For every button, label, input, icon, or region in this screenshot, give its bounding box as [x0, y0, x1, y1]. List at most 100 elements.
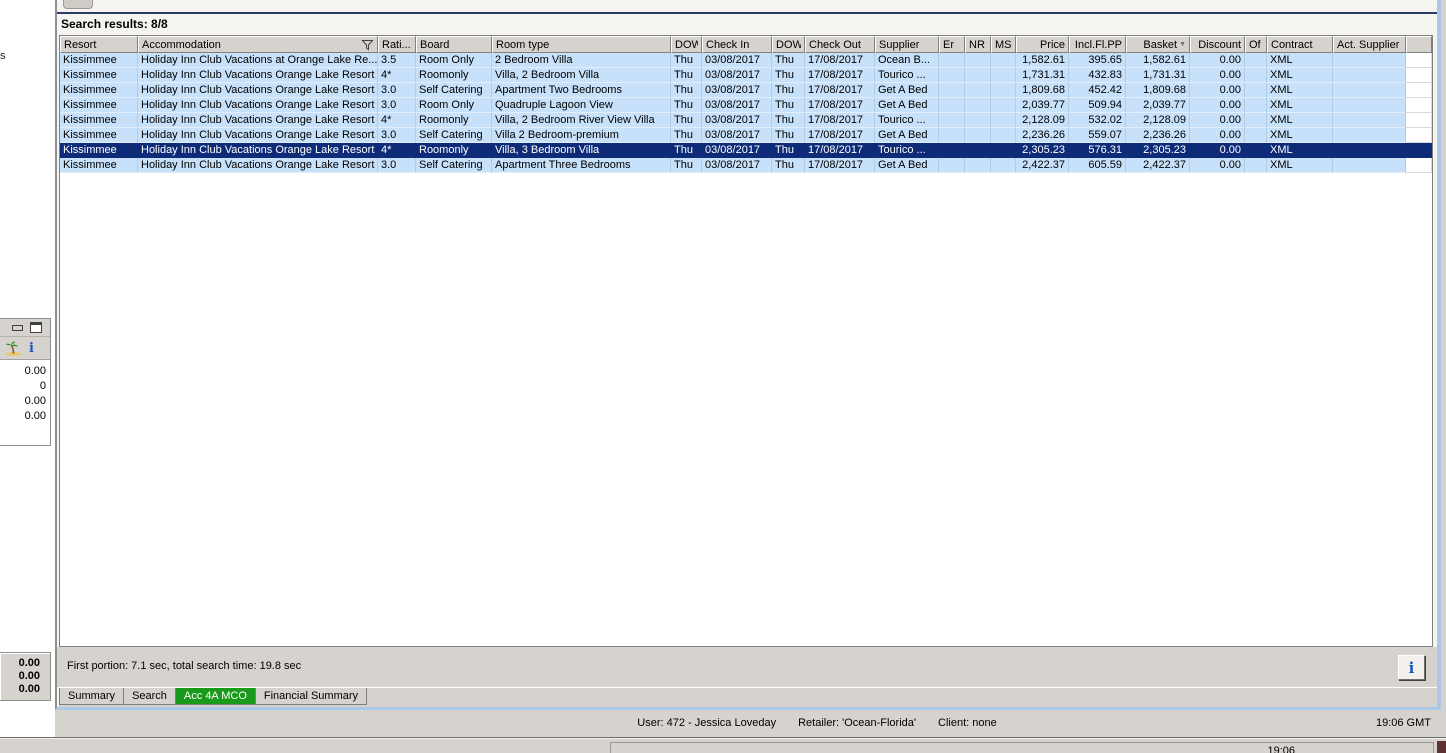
tab-summary[interactable]: Summary	[59, 688, 125, 705]
column-header-of[interactable]: Of	[1245, 36, 1267, 53]
cell-ms	[991, 53, 1016, 68]
cell-contract: XML	[1267, 68, 1333, 83]
cell-spare	[1406, 68, 1432, 83]
bottom-left-values: 0.00 0.00 0.00	[0, 657, 40, 696]
cell-ms	[991, 143, 1016, 158]
table-row[interactable]: Kissimmee Holiday Inn Club Vacations Oran…	[60, 83, 1432, 98]
panel-value: 0.00	[24, 410, 46, 422]
tab-financial-summary[interactable]: Financial Summary	[254, 688, 368, 705]
cell-spare	[1406, 98, 1432, 113]
cell-nr	[965, 158, 991, 173]
cell-rating: 3.0	[378, 83, 416, 98]
cell-discount: 0.00	[1190, 98, 1245, 113]
cell-ms	[991, 68, 1016, 83]
cell-rating: 3.0	[378, 158, 416, 173]
filter-icon[interactable]	[361, 39, 374, 51]
column-header-incl-fl-pp[interactable]: Incl.Fl.PP	[1069, 36, 1126, 53]
column-header-dow-out[interactable]: DOW	[772, 36, 805, 53]
column-header-check-out[interactable]: Check Out	[805, 36, 875, 53]
cell-spare	[1406, 143, 1432, 158]
restore-button[interactable]	[30, 322, 42, 333]
cell-dow-in: Thu	[671, 158, 702, 173]
cell-rating: 4*	[378, 68, 416, 83]
cell-contract: XML	[1267, 53, 1333, 68]
tab-acc-4a-mco[interactable]: Acc 4A MCO	[174, 688, 256, 705]
table-row[interactable]: Kissimmee Holiday Inn Club Vacations Oran…	[60, 128, 1432, 143]
column-header-dow-in[interactable]: DOW	[671, 36, 702, 53]
column-header-resort[interactable]: Resort	[60, 36, 138, 53]
cell-resort: Kissimmee	[60, 98, 138, 113]
column-header-basket[interactable]: Basket ▼	[1126, 36, 1190, 53]
palm-tree-icon[interactable]	[5, 341, 22, 356]
collapse-button[interactable]	[12, 325, 23, 331]
column-header-act-supplier[interactable]: Act. Supplier	[1333, 36, 1406, 53]
cell-basket: 2,128.09	[1126, 113, 1190, 128]
cell-act-supplier	[1333, 143, 1406, 158]
cell-room-type: Villa, 2 Bedroom Villa	[492, 68, 671, 83]
cell-accommodation: Holiday Inn Club Vacations Orange Lake R…	[138, 158, 378, 173]
column-header-nr[interactable]: NR	[965, 36, 991, 53]
panel-value: 0.00	[24, 365, 46, 377]
column-header-contract[interactable]: Contract	[1267, 36, 1333, 53]
cell-check-out: 17/08/2017	[805, 143, 875, 158]
cell-act-supplier	[1333, 98, 1406, 113]
clipped-time-fragment: 19:06	[1267, 745, 1295, 753]
column-header-spare[interactable]	[1406, 36, 1432, 53]
column-label: MS	[995, 38, 1012, 51]
left-gutter: s i 0.00 0 0.00 0.00 0.00 0.00 0.00	[0, 0, 55, 737]
info-button[interactable]: i	[1398, 655, 1425, 680]
column-header-price[interactable]: Price	[1016, 36, 1069, 53]
statusbar-client: Client: none	[938, 717, 997, 729]
cell-nr	[965, 128, 991, 143]
table-row[interactable]: Kissimmee Holiday Inn Club Vacations Oran…	[60, 68, 1432, 83]
cell-basket: 2,422.37	[1126, 158, 1190, 173]
cell-basket: 2,305.23	[1126, 143, 1190, 158]
column-label: Supplier	[879, 38, 920, 51]
sort-indicator-icon: ▼	[1179, 41, 1186, 48]
results-window: Search results: 8/8 Resort Accommodation R…	[55, 0, 1441, 710]
column-header-er[interactable]: Er	[939, 36, 965, 53]
panel-value: 0.00	[24, 395, 46, 407]
tab-search[interactable]: Search	[123, 688, 176, 705]
table-row[interactable]: Kissimmee Holiday Inn Club Vacations Oran…	[60, 158, 1432, 173]
window-divider	[57, 12, 1437, 14]
cell-dow-in: Thu	[671, 68, 702, 83]
cell-dow-out: Thu	[772, 83, 805, 98]
info-icon[interactable]: i	[29, 342, 34, 355]
column-header-ms[interactable]: MS	[991, 36, 1016, 53]
cell-incl-fl-pp: 559.07	[1069, 128, 1126, 143]
cell-er	[939, 113, 965, 128]
cell-act-supplier	[1333, 68, 1406, 83]
cell-resort: Kissimmee	[60, 68, 138, 83]
cell-dow-out: Thu	[772, 113, 805, 128]
column-header-accommodation[interactable]: Accommodation	[138, 36, 378, 53]
table-row[interactable]: Kissimmee Holiday Inn Club Vacations Oran…	[60, 143, 1432, 158]
cell-contract: XML	[1267, 158, 1333, 173]
column-header-room-type[interactable]: Room type	[492, 36, 671, 53]
cell-dow-out: Thu	[772, 98, 805, 113]
column-header-check-in[interactable]: Check In	[702, 36, 772, 53]
cell-nr	[965, 143, 991, 158]
cell-rating: 4*	[378, 113, 416, 128]
cell-dow-out: Thu	[772, 158, 805, 173]
cell-room-type: 2 Bedroom Villa	[492, 53, 671, 68]
cell-check-in: 03/08/2017	[702, 158, 772, 173]
cell-act-supplier	[1333, 128, 1406, 143]
table-row[interactable]: Kissimmee Holiday Inn Club Vacations Oran…	[60, 113, 1432, 128]
table-row[interactable]: Kissimmee Holiday Inn Club Vacations at O…	[60, 53, 1432, 68]
column-label: Check In	[706, 38, 750, 51]
cell-board: Roomonly	[416, 68, 492, 83]
cell-rating: 3.5	[378, 53, 416, 68]
cell-nr	[965, 113, 991, 128]
cell-supplier: Get A Bed	[875, 128, 939, 143]
column-header-supplier[interactable]: Supplier	[875, 36, 939, 53]
cell-er	[939, 128, 965, 143]
column-header-board[interactable]: Board	[416, 36, 492, 53]
column-header-rating[interactable]: Rati...	[378, 36, 416, 53]
cell-discount: 0.00	[1190, 158, 1245, 173]
cell-check-in: 03/08/2017	[702, 53, 772, 68]
column-header-discount[interactable]: Discount	[1190, 36, 1245, 53]
cell-room-type: Quadruple Lagoon View	[492, 98, 671, 113]
cell-ms	[991, 98, 1016, 113]
table-row[interactable]: Kissimmee Holiday Inn Club Vacations Oran…	[60, 98, 1432, 113]
